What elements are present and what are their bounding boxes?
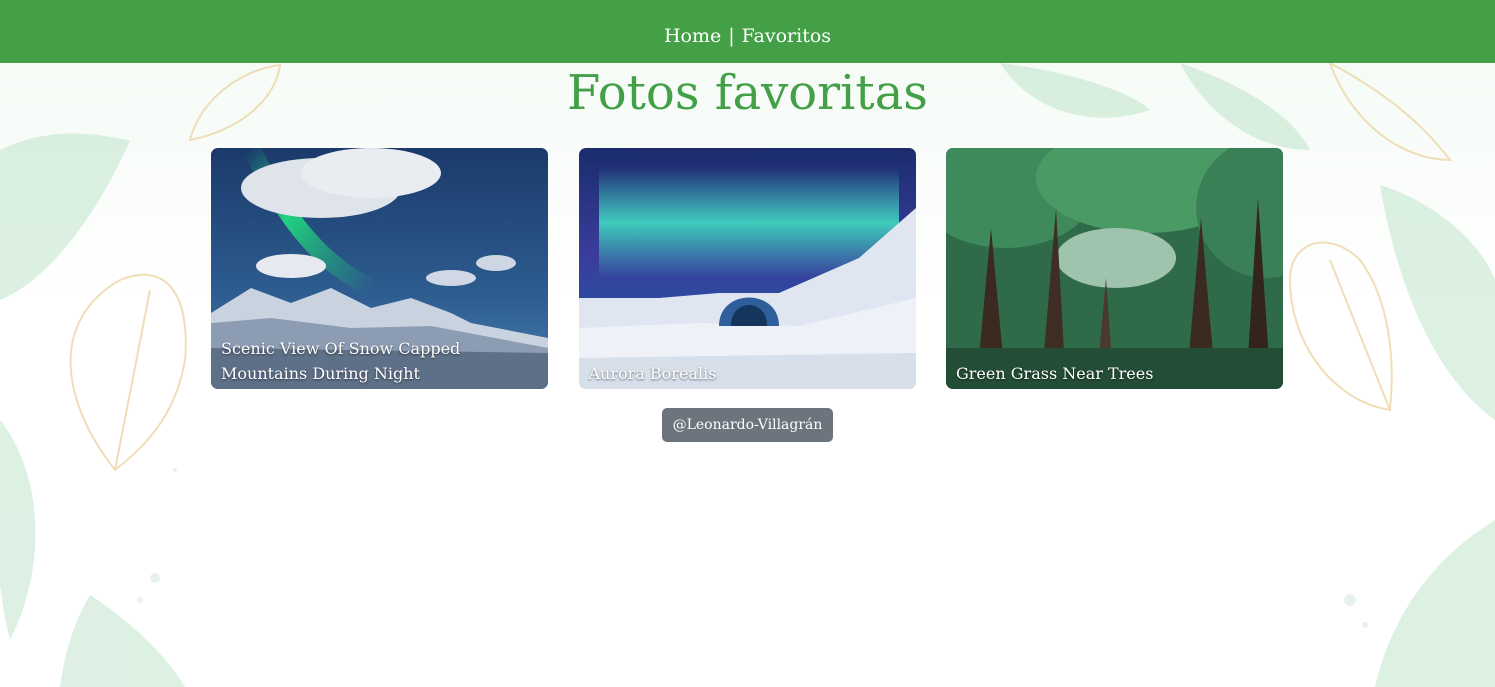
photo-green-trees <box>946 148 1283 389</box>
author-credit-badge[interactable]: @Leonardo-Villagrán <box>662 408 833 442</box>
navbar: Home | Favoritos <box>0 0 1495 63</box>
page: Home | Favoritos Fotos favoritas Scenic … <box>0 0 1495 687</box>
photo-card-mountains[interactable]: Scenic View Of Snow Capped Mountains Dur… <box>211 148 548 389</box>
photo-card-trees[interactable]: Green Grass Near Trees <box>946 148 1283 389</box>
photo-card-aurora[interactable]: Aurora Borealis <box>578 148 916 389</box>
photo-gallery: Scenic View Of Snow Capped Mountains Dur… <box>211 148 1283 389</box>
nav-link-home[interactable]: Home <box>664 23 721 49</box>
photo-caption: Scenic View Of Snow Capped Mountains Dur… <box>221 339 461 383</box>
page-title: Fotos favoritas <box>567 65 928 121</box>
photo-caption: Green Grass Near Trees <box>956 364 1154 383</box>
nav-link-favorites[interactable]: Favoritos <box>742 23 831 49</box>
nav-links: Home | Favoritos <box>664 9 831 63</box>
nav-separator: | <box>728 25 735 47</box>
photo-aurora-borealis <box>578 148 916 389</box>
photo-caption: Aurora Borealis <box>588 364 717 383</box>
